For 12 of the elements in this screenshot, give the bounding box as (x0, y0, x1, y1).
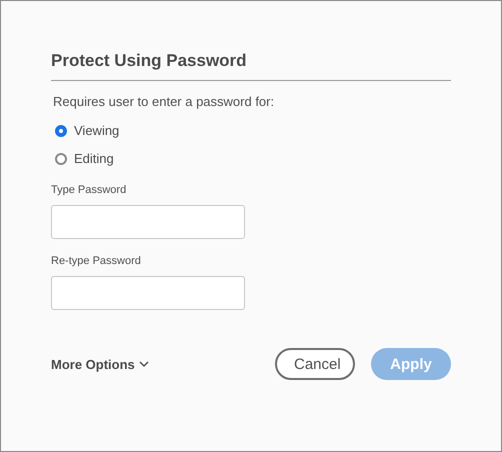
password-field[interactable] (51, 205, 245, 239)
field-label: Type Password (51, 184, 126, 196)
password-field[interactable] (51, 276, 245, 310)
radio-label[interactable]: Viewing (74, 122, 120, 140)
radio-label[interactable]: Editing (74, 150, 114, 168)
dialog-title: Protect Using Password (51, 51, 247, 71)
radio-button[interactable] (55, 153, 67, 165)
field-label: Re-type Password (51, 255, 141, 267)
more-options-button[interactable]: More Options (51, 356, 149, 372)
prompt-text: Requires user to enter a password for: (53, 94, 274, 109)
cancel-button[interactable]: Cancel (275, 348, 355, 380)
radio-button[interactable] (55, 125, 67, 137)
